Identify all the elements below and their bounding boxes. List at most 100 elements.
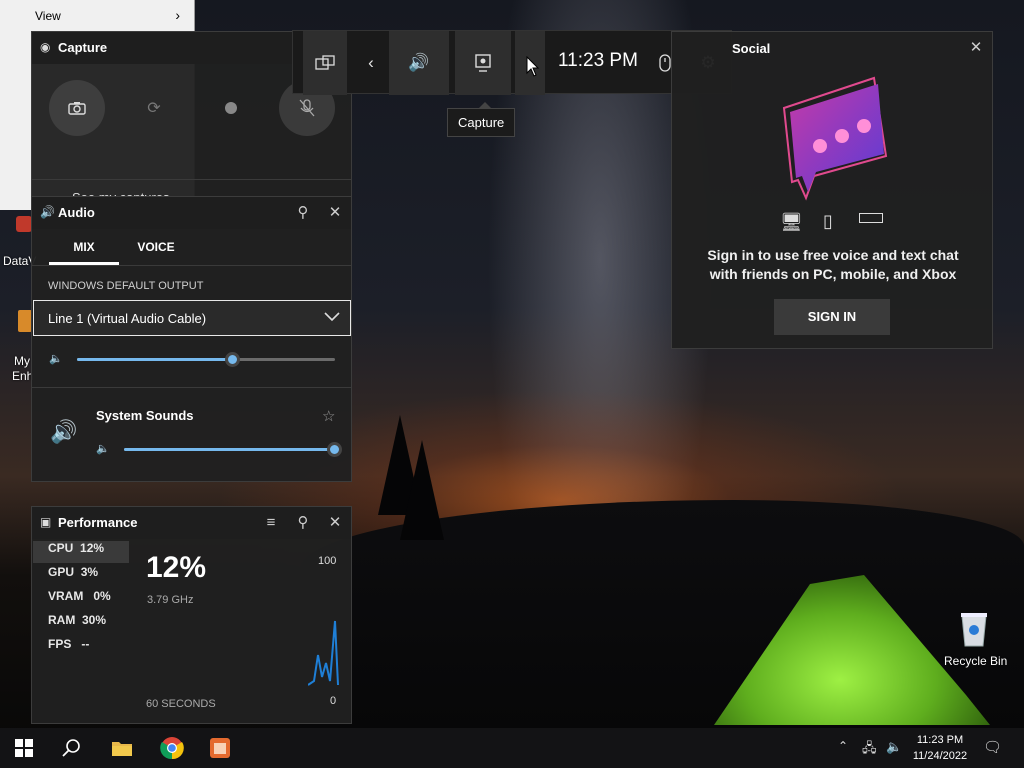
close-icon[interactable]: ✕ [325,513,345,533]
app-name: System Sounds [96,408,194,423]
pin-icon[interactable]: ⚲ [293,513,313,533]
file-explorer-icon[interactable] [110,736,134,760]
stat-value: -- [81,637,90,651]
capture-button[interactable] [455,31,511,95]
volume-tray-icon[interactable]: 🔈 [886,739,902,755]
star-icon[interactable]: ☆ [322,407,335,425]
mouse-icon [659,54,671,72]
capture-tooltip: Capture [447,102,516,137]
mic-muted-icon [299,99,315,117]
cpu-clock: 3.79 GHz [147,594,194,606]
chrome-icon[interactable] [160,736,184,760]
social-widget: Social ✕ 🖥 ▯ Sign in to use free voice a… [671,31,993,349]
stat-value: 12% [80,541,105,555]
tree-silhouette [400,440,444,540]
pin-icon[interactable]: ⚲ [293,203,313,223]
app-volume-thumb[interactable] [327,442,342,457]
system-sounds-icon: 🔊 [50,419,78,444]
audio-widget: 🔊 Audio ⚲ ✕ MIX VOICE WINDOWS DEFAULT OU… [31,196,352,482]
graph-max-label: 100 [318,555,337,567]
toolbar-clock: 11:23 PM [558,50,638,71]
stat-name: GPU [48,565,75,579]
audio-header[interactable]: 🔊 Audio ⚲ ✕ [32,197,351,229]
stat-value: 30% [82,613,107,627]
scroll-left-button[interactable]: ‹ [351,31,391,95]
app-taskbar-icon[interactable] [208,736,232,760]
performance-header[interactable]: ▣ Performance ≡ ⚲ ✕ [32,507,351,539]
speaker-icon: 🔊 [408,53,430,72]
app-volume-icon: 🔈 [96,443,110,455]
sign-in-button[interactable]: SIGN IN [774,299,890,335]
stat-name: CPU [48,541,74,555]
performance-widget: ▣ Performance ≡ ⚲ ✕ CPU 12% GPU 3% VRAM … [31,506,352,724]
divider [32,387,351,388]
notifications-icon[interactable]: 🗨 [983,738,1002,756]
stat-value: 3% [80,565,99,579]
stat-ram[interactable]: RAM 30% [48,613,144,635]
stat-cpu[interactable]: CPU 12% [33,541,129,563]
tray-clock[interactable]: 11:23 PM 11/24/2022 [908,732,972,764]
taskbar: ⌃ 🖧 🔈 11:23 PM 11/24/2022 🗨 [0,728,1024,768]
chevron-up-icon[interactable]: ⌃ [838,739,848,753]
widget-menu-icon [315,55,335,70]
search-icon[interactable] [62,736,86,760]
recycle-bin-label[interactable]: Recycle Bin [944,654,1007,668]
audio-button[interactable]: 🔊 [389,31,449,95]
record-icon [225,102,237,114]
close-icon[interactable]: ✕ [325,203,345,223]
tab-mix-label: MIX [73,240,95,254]
master-volume-slider[interactable] [77,352,335,367]
windows-start-icon[interactable] [14,736,38,760]
stat-name: RAM [48,613,76,627]
chat-bubbles-illustration [782,76,888,201]
phone-icon: ▯ [823,211,833,231]
social-message: Sign in to use free voice and text chat … [707,247,959,282]
master-volume-thumb[interactable] [224,352,240,367]
output-device-value: Line 1 (Virtual Audio Cable) [48,311,207,326]
recycle-bin-icon[interactable] [957,610,991,648]
screenshot-button[interactable] [49,80,105,136]
desktop-icon-label[interactable]: My [14,354,30,368]
view-menu-label: View [35,9,61,23]
record-last-button[interactable]: ⟳ [126,80,182,136]
master-volume-fill [77,358,232,361]
app-volume-slider[interactable] [124,442,342,457]
monitor-icon: ▣ [40,515,52,529]
chevron-left-icon: ‹ [368,53,374,72]
performance-title: Performance [58,515,138,530]
stat-vram[interactable]: VRAM 0% [48,589,144,611]
stat-gpu[interactable]: GPU 3% [48,565,144,587]
divider [32,265,351,266]
game-bar-toolbar: ‹ 🔊 › 11:23 PM ⚙ [292,30,732,95]
output-section-label: WINDOWS DEFAULT OUTPUT [48,280,204,292]
capture-title: Capture [58,40,108,55]
start-recording-button[interactable] [203,80,259,136]
cpu-graph [308,620,339,686]
app-volume-fill [124,448,334,451]
speaker-icon: 🔊 [40,205,55,219]
chevron-right-icon: › [175,7,180,23]
stat-value: 0% [93,589,111,603]
capture-icon [475,54,491,72]
graph-window-label: 60 SECONDS [146,698,216,710]
camera-icon [68,102,86,115]
divider [32,179,351,180]
app-icon[interactable] [16,216,32,232]
tray-time: 11:23 PM [916,734,964,746]
app-icon[interactable] [18,310,32,332]
stat-name: VRAM [48,589,84,603]
social-title: Social [732,41,771,56]
mouse-cursor-icon [526,55,540,78]
settings-sliders-icon[interactable]: ≡ [261,513,281,533]
stat-name: FPS [48,637,72,651]
output-device-dropdown[interactable]: Line 1 (Virtual Audio Cable) [33,300,351,336]
history-icon: ⟳ [147,100,161,117]
volume-icon: 🔈 [49,353,63,365]
view-menu-item[interactable]: View › [8,6,188,26]
network-icon[interactable]: 🖧 [862,739,877,761]
tab-mix[interactable]: MIX [49,237,119,265]
widget-menu-button[interactable] [303,31,347,95]
close-icon[interactable]: ✕ [966,38,986,58]
stat-fps[interactable]: FPS -- [48,637,144,659]
tab-voice[interactable]: VOICE [128,237,184,265]
